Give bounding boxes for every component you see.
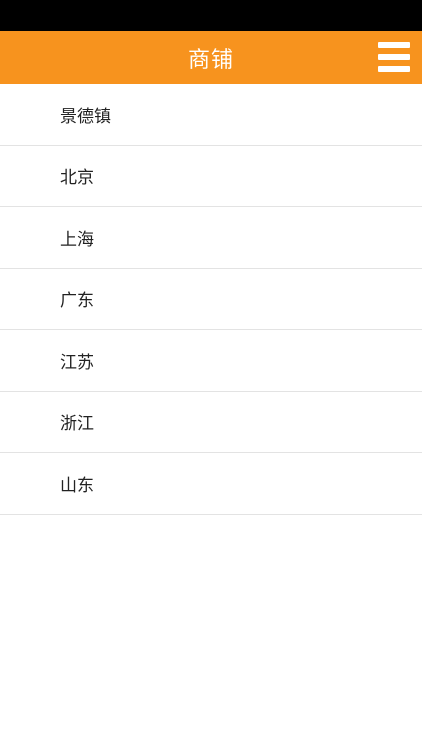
list-item-jingdezhen[interactable]: 景德镇	[0, 84, 422, 146]
menu-bar-bottom	[378, 66, 410, 72]
status-bar	[0, 0, 422, 31]
list-item-guangdong[interactable]: 广东	[0, 269, 422, 330]
list-item-label: 江苏	[60, 352, 94, 373]
menu-bar-top	[378, 42, 410, 48]
list-item-shanghai[interactable]: 上海	[0, 207, 422, 269]
list-item-label: 广东	[60, 291, 94, 312]
menu-bar-middle	[378, 54, 410, 60]
app-header: 商铺	[0, 31, 422, 84]
list-item-label: 浙江	[60, 414, 94, 435]
list-item-label: 北京	[60, 168, 94, 189]
list-item-label: 景德镇	[60, 106, 111, 127]
menu-icon[interactable]	[378, 42, 410, 72]
list-item-jiangsu[interactable]: 江苏	[0, 330, 422, 392]
list-item-zhejiang[interactable]: 浙江	[0, 392, 422, 453]
page-title: 商铺	[187, 47, 234, 73]
list-item-shandong[interactable]: 山东	[0, 453, 422, 515]
region-list: 景德镇 北京 上海 广东 江苏 浙江 山东	[0, 84, 422, 515]
list-item-beijing[interactable]: 北京	[0, 146, 422, 207]
list-item-label: 山东	[60, 475, 94, 496]
list-item-label: 上海	[60, 229, 94, 250]
